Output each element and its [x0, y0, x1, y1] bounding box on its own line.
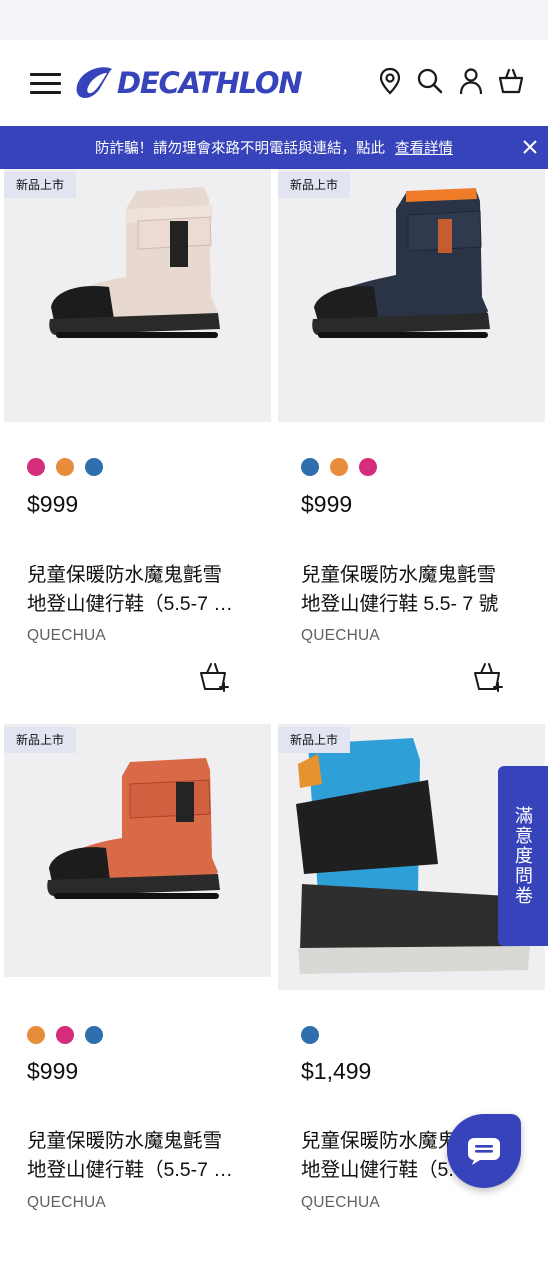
- product-brand: QUECHUA: [27, 627, 106, 644]
- product-title-line: 地登山健行鞋 5.5- 7 號: [301, 593, 499, 615]
- new-arrival-badge: 新品上市: [4, 727, 77, 753]
- cart-icon[interactable]: [495, 64, 527, 98]
- new-arrival-badge: 新品上市: [278, 172, 351, 198]
- product-title-line: 地登山健行鞋（5.5-7 …: [27, 1159, 233, 1181]
- color-swatch-pink[interactable]: [27, 458, 45, 476]
- add-to-cart-icon[interactable]: [472, 661, 504, 693]
- chat-button[interactable]: [447, 1114, 521, 1188]
- product-title[interactable]: 兒童保暖防水魔鬼氈雪 地登山健行鞋 5.5- 7 號: [301, 561, 533, 619]
- product-title-line: 兒童保暖防水魔鬼氈雪: [27, 1130, 223, 1152]
- status-bar: [0, 0, 548, 40]
- product-brand: QUECHUA: [301, 627, 380, 644]
- product-title-line: 兒童保暖防水魔鬼氈雪: [27, 564, 223, 586]
- new-arrival-badge: 新品上市: [278, 727, 351, 753]
- search-icon[interactable]: [414, 64, 446, 98]
- add-to-cart-icon[interactable]: [198, 661, 230, 693]
- product-price: $1,499: [301, 1058, 372, 1084]
- new-arrival-badge: 新品上市: [4, 172, 77, 198]
- site-header: DECATHLON: [0, 40, 548, 126]
- product-brand: QUECHUA: [301, 1194, 380, 1211]
- store-locator-icon[interactable]: [374, 64, 406, 98]
- product-title[interactable]: 兒童保暖防水魔鬼氈雪 地登山健行鞋（5.5-7 …: [27, 1127, 259, 1185]
- survey-tab-label: 滿意度問卷: [513, 806, 533, 906]
- color-swatch-orange[interactable]: [330, 458, 348, 476]
- logo-text: DECATHLON: [117, 66, 303, 100]
- product-brand: QUECHUA: [27, 1194, 106, 1211]
- color-swatches: [301, 1026, 319, 1044]
- menu-icon[interactable]: [30, 70, 62, 96]
- color-swatch-orange[interactable]: [27, 1026, 45, 1044]
- close-icon[interactable]: [520, 137, 540, 157]
- color-swatches: [27, 1026, 103, 1044]
- color-swatch-pink[interactable]: [56, 1026, 74, 1044]
- product-price: $999: [27, 1058, 79, 1084]
- decathlon-logo-mark-icon: [76, 67, 112, 98]
- product-price: $999: [301, 491, 353, 517]
- color-swatch-orange[interactable]: [56, 458, 74, 476]
- product-price: $999: [27, 491, 79, 517]
- banner-text: 防詐騙！請勿理會來路不明電話與連結，點此: [95, 141, 385, 157]
- color-swatch-pink[interactable]: [359, 458, 377, 476]
- satisfaction-survey-tab[interactable]: 滿意度問卷: [498, 766, 548, 946]
- product-title[interactable]: 兒童保暖防水魔鬼氈雪 地登山健行鞋（5.5-7 …: [27, 561, 259, 619]
- product-image[interactable]: 新品上市: [4, 724, 271, 977]
- product-image[interactable]: 新品上市: [278, 169, 545, 422]
- color-swatch-blue[interactable]: [85, 458, 103, 476]
- decathlon-logo[interactable]: DECATHLON: [74, 64, 303, 102]
- product-title-line: 兒童保暖防水魔鬼氈雪: [301, 564, 497, 586]
- color-swatches: [301, 458, 377, 476]
- account-icon[interactable]: [455, 64, 487, 98]
- product-image[interactable]: 新品上市: [4, 169, 271, 422]
- fraud-warning-banner: 防詐騙！請勿理會來路不明電話與連結，點此 查看詳情: [0, 126, 548, 169]
- color-swatch-blue[interactable]: [301, 1026, 319, 1044]
- color-swatches: [27, 458, 103, 476]
- chat-bubble-icon: [468, 1138, 500, 1165]
- color-swatch-blue[interactable]: [85, 1026, 103, 1044]
- product-title-line: 地登山健行鞋（5.5-7 …: [27, 593, 233, 615]
- color-swatch-blue[interactable]: [301, 458, 319, 476]
- banner-details-link[interactable]: 查看詳情: [395, 137, 453, 158]
